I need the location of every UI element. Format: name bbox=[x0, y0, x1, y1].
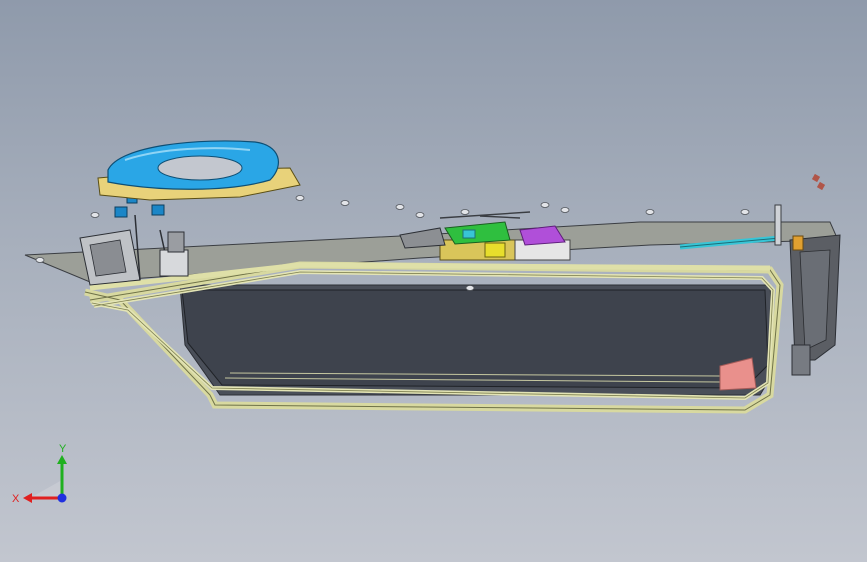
hinge-frame-inner bbox=[799, 249, 831, 351]
triad-plane bbox=[30, 480, 62, 498]
antenna-post bbox=[774, 204, 782, 246]
y-axis-arrow bbox=[57, 455, 67, 464]
module-arm bbox=[439, 211, 531, 219]
z-axis-dot bbox=[57, 493, 67, 503]
x-axis-arrow bbox=[23, 493, 32, 503]
cyan-connector bbox=[462, 229, 476, 239]
floating-clip-1 bbox=[811, 173, 821, 183]
axis-triad: Y X bbox=[12, 443, 67, 505]
handle-opening bbox=[157, 155, 243, 181]
latch-inner bbox=[89, 239, 127, 277]
cad-viewport[interactable]: Y X bbox=[0, 0, 867, 562]
orange-fitting bbox=[792, 235, 804, 251]
hinge-block bbox=[791, 344, 811, 376]
yellow-block bbox=[484, 242, 506, 258]
module-bracket bbox=[399, 227, 446, 249]
y-axis-label: Y bbox=[59, 443, 67, 455]
blue-clip-2 bbox=[151, 204, 165, 216]
actuator-top bbox=[167, 231, 185, 253]
door-assembly-model[interactable] bbox=[0, 0, 867, 562]
x-axis-label: X bbox=[12, 493, 20, 505]
actuator-box bbox=[159, 249, 189, 277]
blue-clip-1 bbox=[114, 206, 128, 218]
floating-clip-2 bbox=[816, 181, 826, 191]
green-clip bbox=[444, 221, 511, 245]
